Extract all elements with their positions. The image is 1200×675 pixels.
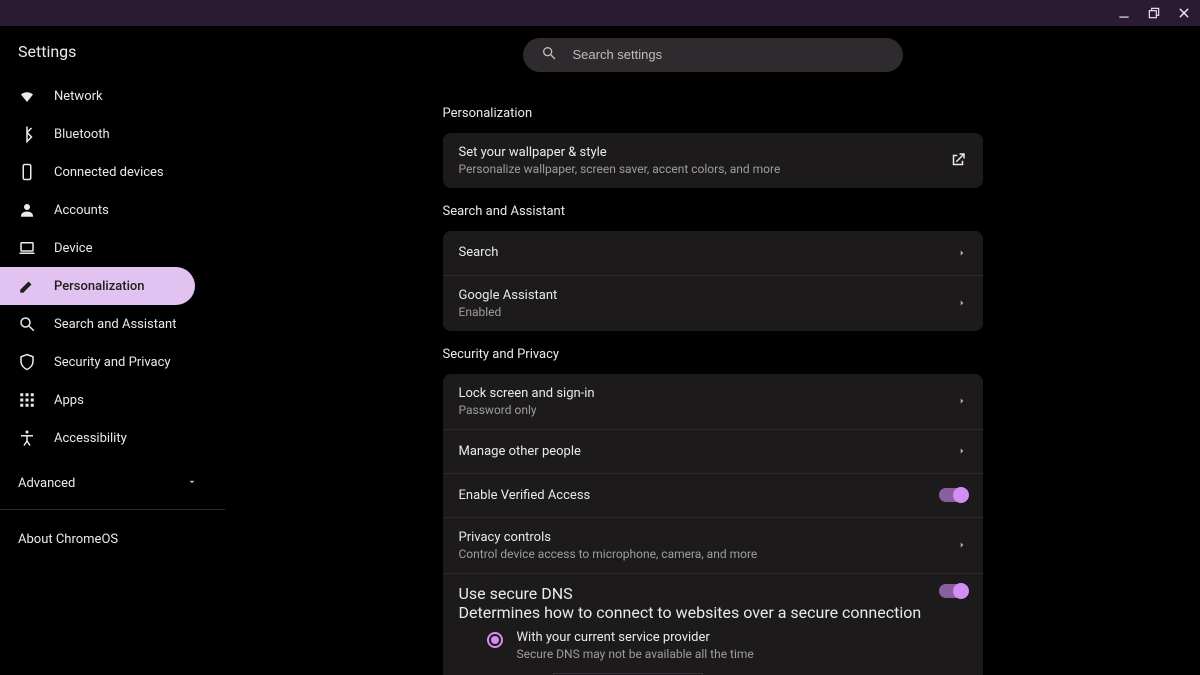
row-sub: Personalize wallpaper, screen saver, acc… bbox=[459, 162, 949, 176]
sidebar-item-personalization[interactable]: Personalization bbox=[0, 267, 195, 305]
search-input[interactable] bbox=[573, 47, 885, 62]
open-external-icon bbox=[949, 151, 967, 169]
row-sub: Password only bbox=[459, 403, 957, 417]
person-icon bbox=[18, 201, 36, 219]
minimize-button[interactable] bbox=[1116, 5, 1132, 21]
row-wallpaper-style[interactable]: Set your wallpaper & style Personalize w… bbox=[443, 133, 983, 188]
sidebar-item-label: Accounts bbox=[54, 203, 109, 218]
advanced-label: Advanced bbox=[18, 476, 75, 491]
row-sub: Control device access to microphone, cam… bbox=[459, 547, 957, 561]
sidebar-nav: Network Bluetooth Connected devices Acco… bbox=[0, 77, 225, 457]
radio-label: With your current service provider bbox=[517, 630, 754, 645]
sidebar-about[interactable]: About ChromeOS bbox=[0, 516, 225, 563]
edit-icon bbox=[18, 277, 36, 295]
chevron-right-icon bbox=[957, 396, 967, 406]
card-search-assistant: Search Google Assistant Enabled bbox=[443, 231, 983, 331]
section-title-search-assistant: Search and Assistant bbox=[443, 204, 983, 219]
row-label: Enable Verified Access bbox=[459, 488, 939, 503]
search-icon bbox=[541, 45, 557, 65]
chevron-right-icon bbox=[957, 540, 967, 550]
search-bar[interactable] bbox=[523, 38, 903, 72]
phone-icon bbox=[18, 163, 36, 181]
row-label: Use secure DNS bbox=[459, 584, 939, 603]
about-label: About ChromeOS bbox=[18, 532, 118, 547]
sidebar-item-label: Search and Assistant bbox=[54, 317, 177, 332]
row-verified-access: Enable Verified Access bbox=[443, 473, 983, 517]
close-button[interactable] bbox=[1176, 5, 1192, 21]
toggle-verified-access[interactable] bbox=[939, 488, 967, 502]
sidebar-item-label: Connected devices bbox=[54, 165, 164, 180]
sidebar-item-apps[interactable]: Apps bbox=[0, 381, 195, 419]
sidebar-item-label: Accessibility bbox=[54, 431, 127, 446]
sidebar: Settings Network Bluetooth Connected dev… bbox=[0, 26, 225, 675]
row-sub: Enabled bbox=[459, 305, 957, 319]
maximize-button[interactable] bbox=[1146, 5, 1162, 21]
sidebar-item-device[interactable]: Device bbox=[0, 229, 195, 267]
sidebar-item-label: Security and Privacy bbox=[54, 355, 171, 370]
sidebar-item-search-assistant[interactable]: Search and Assistant bbox=[0, 305, 195, 343]
dns-option-custom[interactable]: With Custom bbox=[459, 665, 967, 675]
row-search[interactable]: Search bbox=[443, 231, 983, 275]
row-label: Search bbox=[459, 245, 957, 260]
radio-button[interactable] bbox=[487, 632, 503, 648]
row-sub: Determines how to connect to websites ov… bbox=[459, 603, 939, 622]
bluetooth-icon bbox=[18, 125, 36, 143]
card-personalization: Set your wallpaper & style Personalize w… bbox=[443, 133, 983, 188]
row-lock-screen[interactable]: Lock screen and sign-in Password only bbox=[443, 374, 983, 429]
sidebar-item-accounts[interactable]: Accounts bbox=[0, 191, 195, 229]
row-manage-people[interactable]: Manage other people bbox=[443, 429, 983, 473]
dns-option-current-provider[interactable]: With your current service provider Secur… bbox=[459, 622, 967, 665]
row-label: Lock screen and sign-in bbox=[459, 386, 957, 401]
row-google-assistant[interactable]: Google Assistant Enabled bbox=[443, 275, 983, 331]
sidebar-item-connected-devices[interactable]: Connected devices bbox=[0, 153, 195, 191]
sidebar-item-network[interactable]: Network bbox=[0, 77, 195, 115]
sidebar-item-label: Device bbox=[54, 241, 93, 256]
chevron-right-icon bbox=[957, 248, 967, 258]
apps-icon bbox=[18, 391, 36, 409]
row-label: Set your wallpaper & style bbox=[459, 145, 949, 160]
toggle-secure-dns[interactable] bbox=[939, 584, 967, 598]
chevron-down-icon bbox=[187, 476, 197, 491]
row-privacy-controls[interactable]: Privacy controls Control device access t… bbox=[443, 517, 983, 573]
sidebar-item-accessibility[interactable]: Accessibility bbox=[0, 419, 195, 457]
accessibility-icon bbox=[18, 429, 36, 447]
row-label: Manage other people bbox=[459, 444, 957, 459]
app-root: Settings Network Bluetooth Connected dev… bbox=[0, 26, 1200, 675]
sidebar-item-label: Personalization bbox=[54, 279, 145, 294]
card-security-privacy: Lock screen and sign-in Password only Ma… bbox=[443, 374, 983, 675]
main-content: Personalization Set your wallpaper & sty… bbox=[225, 26, 1200, 675]
sidebar-item-bluetooth[interactable]: Bluetooth bbox=[0, 115, 195, 153]
window-titlebar bbox=[0, 0, 1200, 26]
chevron-right-icon bbox=[957, 446, 967, 456]
sidebar-item-security-privacy[interactable]: Security and Privacy bbox=[0, 343, 195, 381]
app-title: Settings bbox=[0, 26, 225, 77]
settings-content: Personalization Set your wallpaper & sty… bbox=[443, 90, 983, 675]
section-title-personalization: Personalization bbox=[443, 106, 983, 121]
sidebar-item-label: Network bbox=[54, 89, 103, 104]
sidebar-advanced[interactable]: Advanced bbox=[0, 463, 225, 503]
sidebar-item-label: Bluetooth bbox=[54, 127, 110, 142]
row-secure-dns: Use secure DNS Determines how to connect… bbox=[443, 573, 983, 675]
shield-icon bbox=[18, 353, 36, 371]
chevron-right-icon bbox=[957, 298, 967, 308]
row-label: Privacy controls bbox=[459, 530, 957, 545]
laptop-icon bbox=[18, 239, 36, 257]
radio-sub: Secure DNS may not be available all the … bbox=[517, 647, 754, 661]
row-label: Google Assistant bbox=[459, 288, 957, 303]
wifi-icon bbox=[18, 87, 36, 105]
search-icon bbox=[18, 315, 36, 333]
sidebar-item-label: Apps bbox=[54, 393, 84, 408]
divider bbox=[0, 509, 225, 510]
section-title-security-privacy: Security and Privacy bbox=[443, 347, 983, 362]
